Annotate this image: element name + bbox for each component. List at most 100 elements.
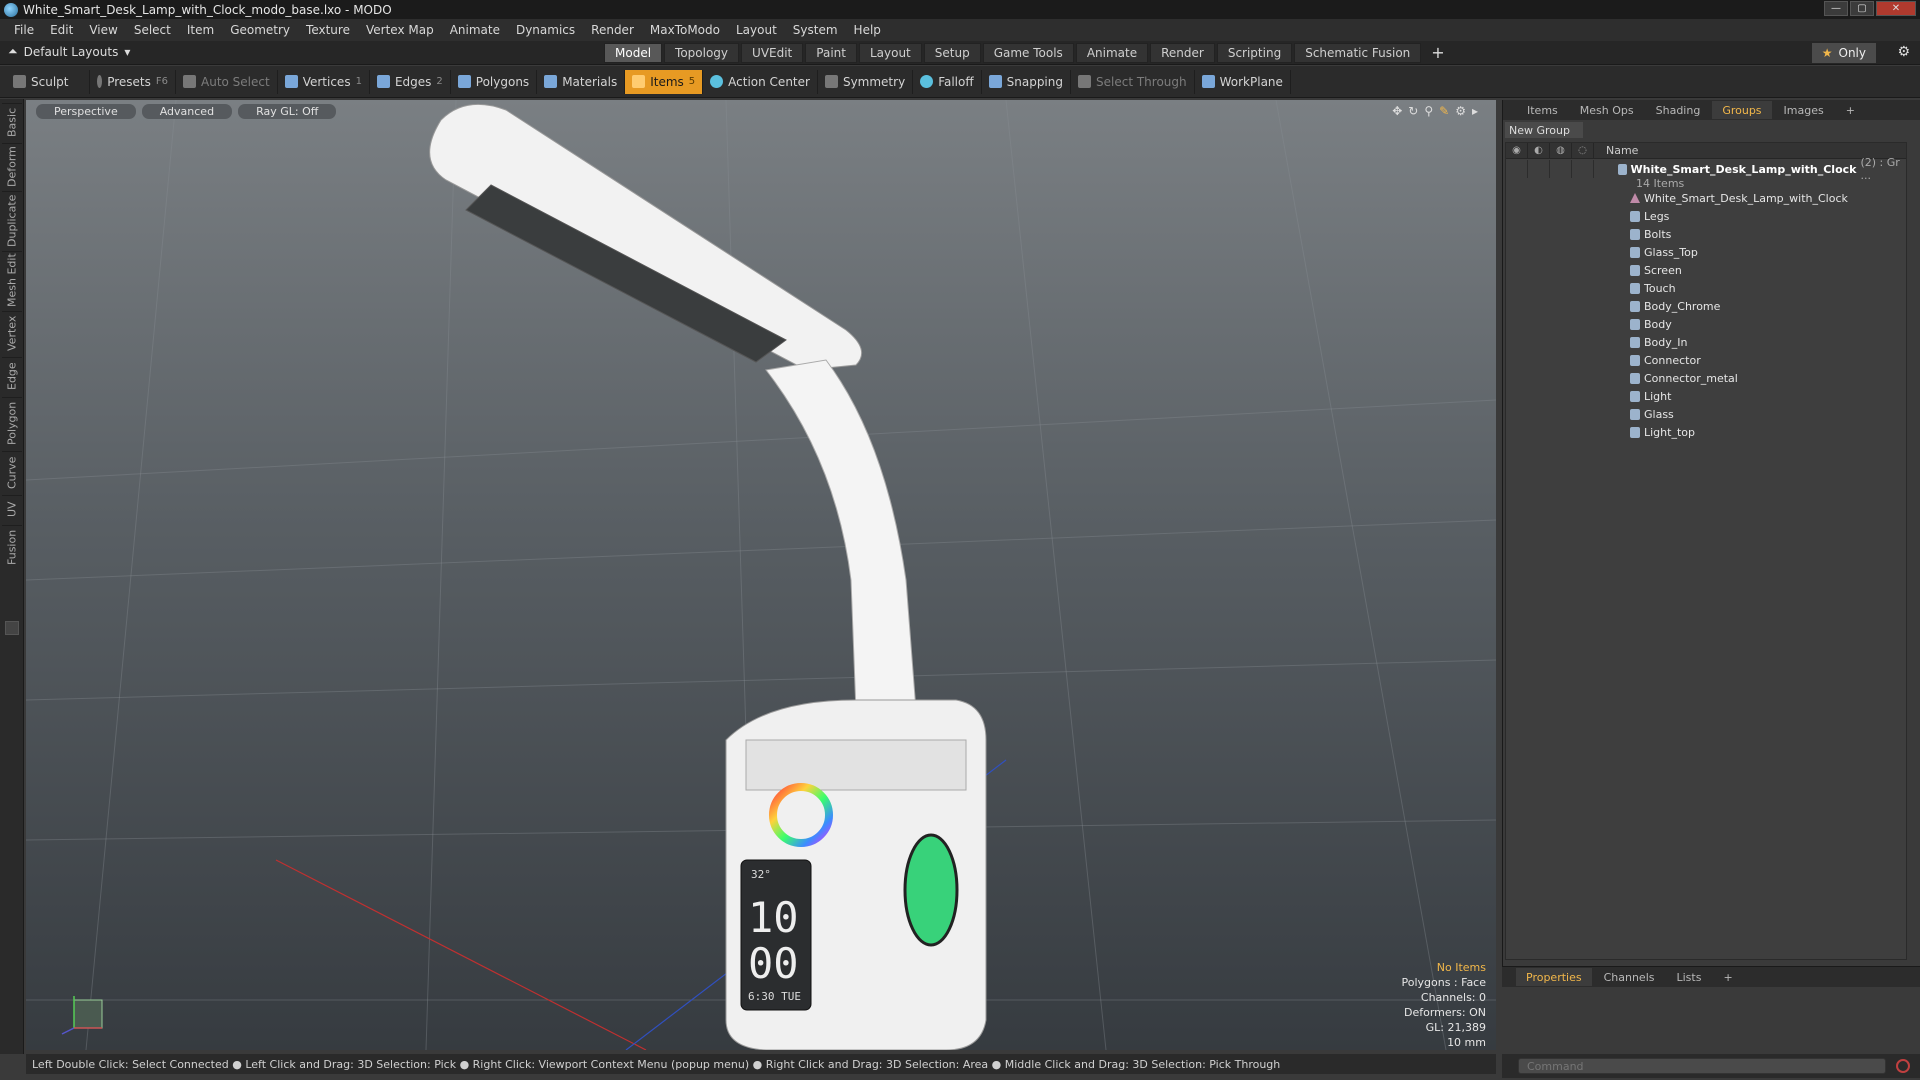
tab-paint[interactable]: Paint: [805, 43, 857, 63]
only-button[interactable]: ★ Only: [1811, 43, 1876, 63]
list-item[interactable]: Body_Chrome: [1506, 297, 1906, 315]
tab-channels[interactable]: Channels: [1594, 968, 1665, 986]
symmetry-button[interactable]: Symmetry: [818, 69, 914, 94]
list-item[interactable]: Touch: [1506, 279, 1906, 297]
tab-scripting[interactable]: Scripting: [1216, 43, 1293, 63]
list-item[interactable]: Body: [1506, 315, 1906, 333]
pan-icon[interactable]: ✥: [1392, 104, 1402, 118]
menu-select[interactable]: Select: [126, 23, 179, 37]
presets-button[interactable]: Presets F6: [90, 69, 176, 94]
menu-file[interactable]: File: [6, 23, 42, 37]
menu-vertex-map[interactable]: Vertex Map: [358, 23, 442, 37]
vtab-duplicate[interactable]: Duplicate: [2, 191, 22, 249]
list-item[interactable]: Bolts: [1506, 225, 1906, 243]
brush-icon[interactable]: ✎: [1439, 104, 1449, 118]
select-through-button[interactable]: Select Through: [1071, 69, 1195, 94]
list-item[interactable]: Light: [1506, 387, 1906, 405]
add-panel-tab-icon[interactable]: +: [1836, 101, 1865, 119]
visibility-col-icon[interactable]: ◉: [1506, 142, 1528, 159]
lock-col-icon[interactable]: ◍: [1550, 142, 1572, 159]
menu-edit[interactable]: Edit: [42, 23, 81, 37]
tab-animate[interactable]: Animate: [1075, 43, 1149, 63]
select-col-icon[interactable]: ◌: [1572, 142, 1594, 159]
action-center-button[interactable]: Action Center: [703, 69, 818, 94]
layout-selector[interactable]: ⏶ Default Layouts ▾: [8, 44, 130, 59]
polygons-button[interactable]: Polygons: [451, 69, 538, 94]
render-col-icon[interactable]: ◐: [1528, 142, 1550, 159]
materials-button[interactable]: Materials: [537, 69, 626, 94]
menu-layout[interactable]: Layout: [728, 23, 785, 37]
tab-uvedit[interactable]: UVEdit: [741, 43, 804, 63]
list-item[interactable]: Light_top: [1506, 423, 1906, 441]
menu-texture[interactable]: Texture: [298, 23, 358, 37]
add-tab-icon[interactable]: +: [1431, 43, 1444, 63]
tab-schematic-fusion[interactable]: Schematic Fusion: [1294, 43, 1422, 63]
vtab-basic[interactable]: Basic: [2, 103, 22, 141]
list-item[interactable]: Body_In: [1506, 333, 1906, 351]
vtab-edge[interactable]: Edge: [2, 357, 22, 395]
tab-layout[interactable]: Layout: [858, 43, 922, 63]
list-item[interactable]: Glass_Top: [1506, 243, 1906, 261]
list-item[interactable]: Screen: [1506, 261, 1906, 279]
menu-view[interactable]: View: [81, 23, 125, 37]
list-item[interactable]: Connector: [1506, 351, 1906, 369]
new-group-button[interactable]: New Group: [1505, 122, 1583, 138]
rotate-icon[interactable]: ↻: [1408, 104, 1418, 118]
perspective-button[interactable]: Perspective: [36, 104, 136, 119]
vtab-vertex[interactable]: Vertex: [2, 311, 22, 355]
maximize-button[interactable]: ▢: [1850, 1, 1874, 16]
advanced-button[interactable]: Advanced: [141, 104, 233, 119]
tab-setup[interactable]: Setup: [923, 43, 981, 63]
workplane-button[interactable]: WorkPlane: [1195, 69, 1291, 94]
menu-help[interactable]: Help: [846, 23, 889, 37]
vtab-deform[interactable]: Deform: [2, 143, 22, 189]
auto-select-button[interactable]: Auto Select: [176, 69, 278, 94]
vtab-fusion[interactable]: Fusion: [2, 525, 22, 569]
tab-render[interactable]: Render: [1150, 43, 1215, 63]
expand-arrow-icon[interactable]: ▸: [1472, 104, 1478, 118]
list-item[interactable]: Glass: [1506, 405, 1906, 423]
list-item[interactable]: Connector_metal: [1506, 369, 1906, 387]
add-properties-tab-icon[interactable]: +: [1713, 968, 1742, 986]
tab-properties[interactable]: Properties: [1516, 968, 1592, 986]
menu-animate[interactable]: Animate: [442, 23, 508, 37]
zoom-icon[interactable]: ⚲: [1424, 104, 1433, 118]
menu-geometry[interactable]: Geometry: [222, 23, 298, 37]
tab-mesh-ops[interactable]: Mesh Ops: [1570, 101, 1644, 119]
edges-button[interactable]: Edges 2: [370, 69, 451, 94]
tab-topology[interactable]: Topology: [664, 43, 740, 63]
list-item[interactable]: Legs: [1506, 207, 1906, 225]
menu-dynamics[interactable]: Dynamics: [508, 23, 583, 37]
viewport-gear-icon[interactable]: ⚙: [1455, 104, 1466, 118]
menu-maxtomodo[interactable]: MaxToModo: [642, 23, 728, 37]
vertices-button[interactable]: Vertices 1: [278, 69, 370, 94]
vtab-curve[interactable]: Curve: [2, 451, 22, 493]
command-input[interactable]: [1518, 1058, 1886, 1074]
vtab-mesh-edit[interactable]: Mesh Edit: [2, 251, 22, 309]
list-item[interactable]: White_Smart_Desk_Lamp_with_Clock: [1506, 189, 1906, 207]
stop-icon[interactable]: [1896, 1059, 1910, 1073]
tab-game-tools[interactable]: Game Tools: [982, 43, 1074, 63]
3d-viewport[interactable]: 32° 10 00 6:30 TUE Perspective Advanced …: [26, 100, 1496, 1050]
vtab-uv[interactable]: UV: [2, 495, 22, 523]
items-button[interactable]: Items 5: [625, 69, 704, 94]
gear-icon[interactable]: ⚙: [1897, 44, 1910, 60]
snapping-button[interactable]: Snapping: [982, 69, 1071, 94]
tab-items[interactable]: Items: [1517, 101, 1568, 119]
tab-model[interactable]: Model: [604, 43, 663, 63]
close-button[interactable]: ✕: [1876, 1, 1916, 16]
tab-lists[interactable]: Lists: [1667, 968, 1712, 986]
tab-groups[interactable]: Groups: [1712, 101, 1772, 119]
sculpt-button[interactable]: Sculpt: [6, 69, 90, 94]
panel-toggle-button[interactable]: [5, 621, 19, 635]
falloff-button[interactable]: Falloff: [913, 69, 982, 94]
menu-item[interactable]: Item: [179, 23, 222, 37]
ray-gl-button[interactable]: Ray GL: Off: [238, 104, 337, 119]
vtab-polygon[interactable]: Polygon: [2, 397, 22, 449]
menu-system[interactable]: System: [785, 23, 846, 37]
tab-shading[interactable]: Shading: [1646, 101, 1711, 119]
layout-toggle-icon[interactable]: ⏶: [8, 44, 18, 59]
tab-images[interactable]: Images: [1774, 101, 1834, 119]
minimize-button[interactable]: —: [1824, 1, 1848, 16]
menu-render[interactable]: Render: [583, 23, 642, 37]
